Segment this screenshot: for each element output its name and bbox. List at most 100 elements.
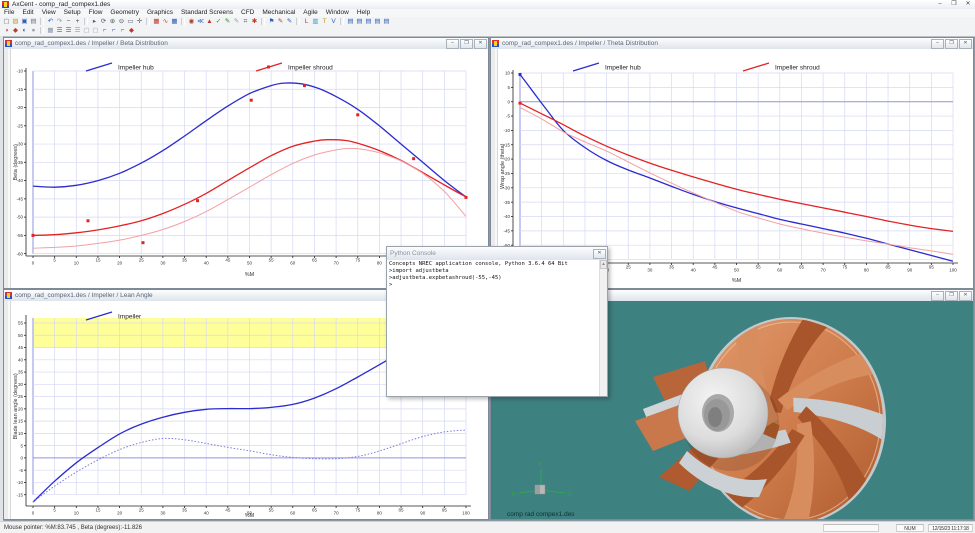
- pencil-red-icon[interactable]: ✎: [276, 17, 285, 26]
- gauge-icon[interactable]: ◑: [2, 26, 11, 35]
- menu-item-edit[interactable]: Edit: [18, 9, 37, 17]
- menu-item-geometry[interactable]: Geometry: [106, 9, 143, 17]
- svg-text:65: 65: [312, 508, 318, 513]
- python-console-window[interactable]: Python Console ✕ Concepts NREC applicati…: [386, 246, 608, 397]
- pencil-green-icon[interactable]: ✎: [223, 17, 232, 26]
- console-title: Python Console: [390, 250, 436, 257]
- zoom-plus-icon[interactable]: +: [73, 17, 82, 26]
- list-blue-1-icon[interactable]: ☰: [55, 26, 64, 35]
- menu-item-cfd[interactable]: CFD: [237, 9, 258, 17]
- svg-text:5: 5: [507, 85, 510, 90]
- svg-text:55: 55: [269, 258, 275, 263]
- sphere-dual-icon[interactable]: ◐: [20, 26, 29, 35]
- data-table-icon[interactable]: ▦: [170, 17, 179, 26]
- close-icon[interactable]: ✕: [593, 249, 606, 259]
- corner-2-icon[interactable]: ⌐: [109, 26, 118, 35]
- menu-item-file[interactable]: File: [0, 9, 18, 17]
- restore-icon[interactable]: ❐: [945, 291, 958, 301]
- menu-item-flow[interactable]: Flow: [85, 9, 107, 17]
- restore-icon[interactable]: ❐: [460, 39, 473, 49]
- corner-1-icon[interactable]: ⌐: [100, 26, 109, 35]
- menu-item-view[interactable]: View: [38, 9, 60, 17]
- list-blue-2-icon[interactable]: ☰: [64, 26, 73, 35]
- console-scrollbar[interactable]: ▲: [599, 260, 607, 396]
- restore-icon[interactable]: ❐: [947, 0, 961, 9]
- blank-2-icon[interactable]: ▢: [91, 26, 100, 35]
- menu-item-mechanical[interactable]: Mechanical: [258, 9, 299, 17]
- component-red-icon[interactable]: ◆: [11, 26, 20, 35]
- vectors-icon[interactable]: V: [329, 17, 338, 26]
- x-axis-title: %M: [732, 278, 742, 284]
- console-line: >adjustbeta.expbetashroud(-55,-45): [389, 275, 599, 282]
- pan-icon[interactable]: ✛: [135, 17, 144, 26]
- mesh-icon[interactable]: ▦: [46, 26, 55, 35]
- mouse-pointer-readout: Mouse pointer: %M:83.745 , Beta (degrees…: [4, 525, 142, 531]
- svg-text:85: 85: [886, 265, 892, 270]
- scroll-up-icon[interactable]: ▲: [600, 260, 607, 269]
- minimize-icon[interactable]: –: [933, 0, 947, 9]
- marker-points-icon[interactable]: ▲: [205, 17, 214, 26]
- save-file-icon[interactable]: ▣: [20, 17, 29, 26]
- corner-3-icon[interactable]: ⌐: [118, 26, 127, 35]
- screen-layout-4-icon[interactable]: ▤: [373, 17, 382, 26]
- svg-text:-60: -60: [16, 251, 23, 256]
- print-icon[interactable]: ▤: [29, 17, 38, 26]
- toolbar-area: ▢▨▣▤↶↷−+▸⟳⊕⊖▭✛▦∿▦◉≪▲✓✎✎⌗✱⚑✎✎L▥TV▤▤▤▤▤ ◑◆…: [0, 17, 975, 37]
- svg-text:40: 40: [204, 261, 210, 266]
- refresh-view-icon[interactable]: ⟳: [99, 17, 108, 26]
- console-text[interactable]: Concepts NREC application console, Pytho…: [389, 261, 599, 396]
- pencil-gray-icon[interactable]: ✎: [232, 17, 241, 26]
- sphere-gray-icon[interactable]: ●: [29, 26, 38, 35]
- edit-curve-icon[interactable]: ∿: [161, 17, 170, 26]
- zoom-window-icon[interactable]: ▭: [126, 17, 135, 26]
- window-controls: – ❐ ✕: [933, 0, 975, 9]
- screen-layout-5-icon[interactable]: ▤: [382, 17, 391, 26]
- pencil-blue-icon[interactable]: ✎: [285, 17, 294, 26]
- undo-icon[interactable]: ↶: [46, 17, 55, 26]
- menu-item-standard-screens[interactable]: Standard Screens: [177, 9, 237, 17]
- menu-item-graphics[interactable]: Graphics: [143, 9, 177, 17]
- new-file-icon[interactable]: ▢: [2, 17, 11, 26]
- num-lock-indicator: NUM: [896, 524, 924, 532]
- svg-text:-20: -20: [16, 105, 23, 110]
- minimize-icon[interactable]: –: [931, 291, 944, 301]
- bearing-icon[interactable]: ◉: [187, 17, 196, 26]
- tag-yellow-icon[interactable]: T: [320, 17, 329, 26]
- analysis-red-icon[interactable]: ◆: [127, 26, 136, 35]
- svg-text:75: 75: [355, 508, 361, 513]
- label-red-icon[interactable]: L: [302, 17, 311, 26]
- list-blue-3-icon[interactable]: ☰: [73, 26, 82, 35]
- blade-angles-icon[interactable]: ≪: [196, 17, 205, 26]
- flag-blue-icon[interactable]: ⚑: [267, 17, 276, 26]
- close-icon[interactable]: ✕: [959, 39, 972, 49]
- close-icon[interactable]: ✕: [961, 0, 975, 9]
- select-arrow-icon[interactable]: ▸: [90, 17, 99, 26]
- console-title-bar[interactable]: Python Console ✕: [387, 247, 607, 261]
- close-icon[interactable]: ✕: [474, 39, 487, 49]
- redo-icon[interactable]: ↷: [55, 17, 64, 26]
- zoom-in-icon[interactable]: ⊕: [108, 17, 117, 26]
- color-palette-icon[interactable]: ▦: [152, 17, 161, 26]
- open-file-icon[interactable]: ▨: [11, 17, 20, 26]
- zoom-out-icon[interactable]: ⊖: [117, 17, 126, 26]
- close-icon[interactable]: ✕: [959, 291, 972, 301]
- restore-icon[interactable]: ❐: [945, 39, 958, 49]
- screen-layout-3-icon[interactable]: ▤: [364, 17, 373, 26]
- screen-layout-1-icon[interactable]: ▤: [346, 17, 355, 26]
- check-geometry-icon[interactable]: ✓: [214, 17, 223, 26]
- copy-view-icon[interactable]: ▥: [311, 17, 320, 26]
- data-point-markers: [519, 102, 522, 105]
- console-body[interactable]: Concepts NREC application console, Pytho…: [387, 260, 607, 396]
- minimize-icon[interactable]: –: [446, 39, 459, 49]
- screen-layout-2-icon[interactable]: ▤: [355, 17, 364, 26]
- zoom-minus-icon[interactable]: −: [64, 17, 73, 26]
- menu-item-window[interactable]: Window: [322, 9, 353, 17]
- document-icon: [492, 40, 499, 47]
- menu-item-setup[interactable]: Setup: [60, 9, 85, 17]
- minimize-icon[interactable]: –: [931, 39, 944, 49]
- menu-item-help[interactable]: Help: [353, 9, 374, 17]
- menu-item-agile[interactable]: Agile: [299, 9, 321, 17]
- burst-red-icon[interactable]: ✱: [250, 17, 259, 26]
- blank-1-icon[interactable]: ▢: [82, 26, 91, 35]
- grid-edit-icon[interactable]: ⌗: [241, 17, 250, 26]
